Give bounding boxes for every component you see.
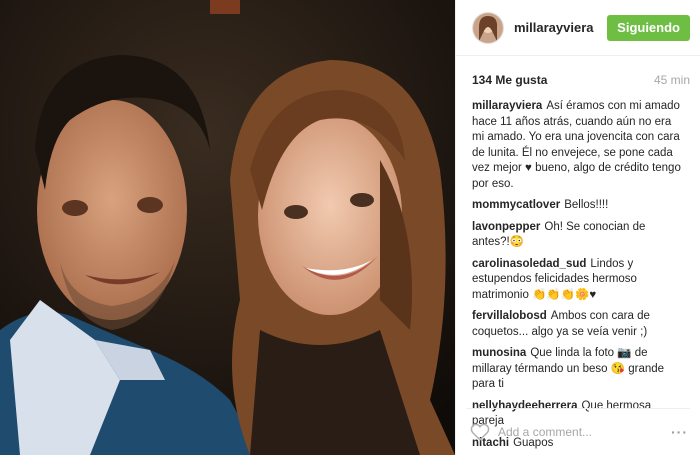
comment-username[interactable]: lavonpepper <box>472 221 540 233</box>
instagram-post: millarayviera Siguiendo 134 Me gusta 45 … <box>0 0 700 455</box>
comment-item: millarayviera Así éramos con mi amado hac… <box>472 99 686 192</box>
comment-username[interactable]: mommycatlover <box>472 199 560 211</box>
comment-text: Bellos!!!! <box>564 199 609 211</box>
username[interactable]: millarayviera <box>514 20 607 35</box>
add-comment-input[interactable]: Add a comment... <box>498 425 671 439</box>
post-sidebar: millarayviera Siguiendo 134 Me gusta 45 … <box>455 0 700 455</box>
post-meta: 134 Me gusta 45 min <box>456 56 700 87</box>
comment-username[interactable]: carolinasoledad_sud <box>472 258 586 270</box>
heart-outline-icon[interactable] <box>470 423 490 441</box>
comment-item: munosina Que linda la foto 📷 de millaray … <box>472 346 686 393</box>
comment-text: Así éramos con mi amado hace 11 años atr… <box>472 100 681 190</box>
comment-item: mommycatlover Bellos!!!! <box>472 198 686 214</box>
following-button[interactable]: Siguiendo <box>607 14 690 41</box>
post-header: millarayviera Siguiendo <box>456 0 700 56</box>
comment-item: carolinasoledad_sud Lindos y estupendos f… <box>472 257 686 304</box>
comment-username[interactable]: millarayviera <box>472 100 542 112</box>
comment-username[interactable]: munosina <box>472 347 526 359</box>
avatar[interactable] <box>472 11 504 44</box>
likes-count[interactable]: 134 Me gusta <box>472 73 547 87</box>
comment-list: millarayviera Así éramos con mi amado hac… <box>456 87 700 451</box>
post-photo[interactable] <box>0 0 455 455</box>
more-options-icon[interactable]: ··· <box>671 424 688 440</box>
comment-username[interactable]: fervillalobosd <box>472 310 547 322</box>
post-time: 45 min <box>653 73 690 87</box>
comment-bar: Add a comment... ··· <box>466 408 690 455</box>
comment-item: lavonpepper Oh! Se conocian de antes?!😳 <box>472 220 686 251</box>
comment-item: fervillalobosd Ambos con cara de coquetos… <box>472 309 686 340</box>
